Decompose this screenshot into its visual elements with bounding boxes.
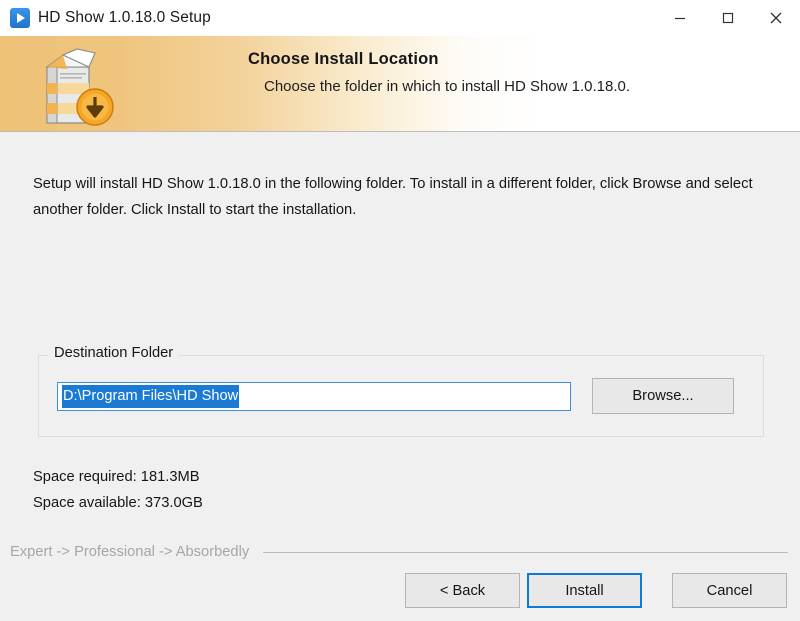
page-subtitle: Choose the folder in which to install HD…	[264, 78, 631, 95]
header-band: Choose Install Location Choose the folde…	[0, 36, 800, 131]
play-button-icon	[10, 8, 30, 28]
back-button[interactable]: < Back	[405, 573, 520, 608]
title-bar: HD Show 1.0.18.0 Setup	[0, 0, 800, 36]
window-title: HD Show 1.0.18.0 Setup	[38, 9, 211, 26]
install-path-input[interactable]: D:\Program Files\HD Show	[57, 382, 571, 411]
install-button[interactable]: Install	[527, 573, 642, 608]
window-controls	[656, 0, 800, 36]
destination-folder-label: Destination Folder	[48, 345, 180, 361]
body-area: Setup will install HD Show 1.0.18.0 in t…	[0, 132, 800, 533]
space-available-text: Space available: 373.0GB	[33, 495, 203, 511]
install-package-icon	[45, 48, 114, 126]
installer-window: HD Show 1.0.18.0 Setup Choose Install Lo…	[0, 0, 800, 621]
cancel-button[interactable]: Cancel	[672, 573, 787, 608]
intro-text: Setup will install HD Show 1.0.18.0 in t…	[33, 175, 753, 218]
space-info: Space required: 181.3MB Space available:…	[33, 464, 203, 516]
install-path-value: D:\Program Files\HD Show	[62, 385, 240, 408]
page-title: Choose Install Location	[248, 50, 439, 68]
branding-text: Expert -> Professional -> Absorbedly	[10, 544, 250, 560]
browse-button[interactable]: Browse...	[592, 378, 734, 414]
branding-line: Expert -> Professional -> Absorbedly	[10, 541, 788, 563]
space-required-text: Space required: 181.3MB	[33, 469, 200, 485]
footer-divider	[263, 551, 788, 553]
title-bar-left: HD Show 1.0.18.0 Setup	[0, 8, 656, 28]
header-titles: Choose Install Location Choose the folde…	[248, 50, 788, 95]
footer-button-row: < Back Install Cancel	[405, 573, 787, 608]
footer-area: Expert -> Professional -> Absorbedly < B…	[0, 533, 800, 621]
maximize-icon[interactable]	[704, 0, 752, 36]
minimize-icon[interactable]	[656, 0, 704, 36]
close-icon[interactable]	[752, 0, 800, 36]
